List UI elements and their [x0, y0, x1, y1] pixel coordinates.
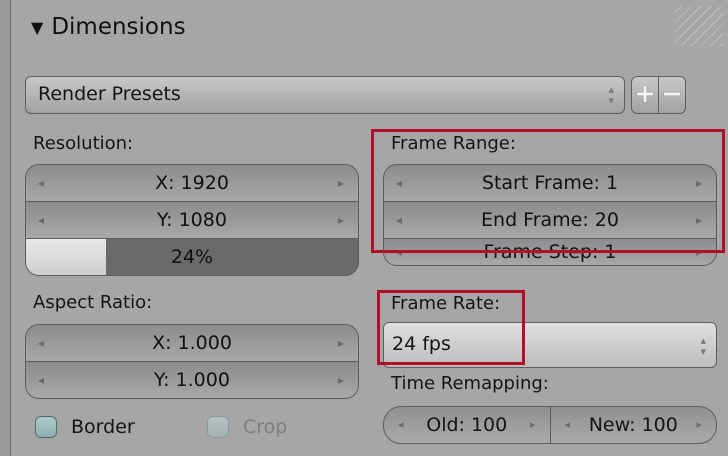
- decrement-arrow-icon[interactable]: ◂: [565, 407, 571, 443]
- start-frame-value: Start Frame: 1: [481, 172, 619, 194]
- frame-range-label: Frame Range:: [391, 133, 516, 154]
- panel-title[interactable]: ▼ Dimensions: [31, 14, 186, 40]
- decrement-arrow-icon[interactable]: ◂: [38, 325, 44, 361]
- end-frame-value: End Frame: 20: [481, 209, 619, 231]
- increment-arrow-icon[interactable]: ▸: [696, 165, 702, 201]
- crop-checkbox[interactable]: Crop: [207, 416, 287, 438]
- increment-arrow-icon[interactable]: ▸: [696, 239, 702, 265]
- percentage-slider-fill: [26, 239, 106, 275]
- border-checkbox[interactable]: Border: [35, 416, 135, 438]
- frame-rate-value: 24 fps: [392, 333, 451, 355]
- frame-step-field[interactable]: ◂ Frame Step: 1 ▸: [383, 238, 717, 266]
- border-checkbox-label: Border: [71, 416, 135, 438]
- remap-old-field[interactable]: ◂ Old: 100 ▸: [383, 406, 551, 444]
- aspect-ratio-label: Aspect Ratio:: [33, 292, 153, 313]
- remove-preset-button[interactable]: −: [658, 76, 686, 114]
- resolution-x-field[interactable]: ◂ X: 1920 ▸: [25, 164, 359, 202]
- crop-checkbox-label: Crop: [243, 416, 288, 438]
- aspect-y-value: Y: 1.000: [154, 369, 230, 391]
- frame-step-value: Frame Step: 1: [483, 241, 617, 263]
- decrement-arrow-icon[interactable]: ◂: [398, 407, 404, 443]
- increment-arrow-icon[interactable]: ▸: [530, 407, 536, 443]
- resolution-y-value: Y: 1080: [157, 209, 227, 231]
- render-presets-dropdown[interactable]: Render Presets ▴ ▾: [25, 76, 625, 114]
- remap-new-value: New: 100: [588, 414, 678, 436]
- decrement-arrow-icon[interactable]: ◂: [38, 362, 44, 398]
- increment-arrow-icon[interactable]: ▸: [696, 202, 702, 238]
- render-presets-label: Render Presets: [38, 83, 181, 105]
- decrement-arrow-icon[interactable]: ◂: [396, 202, 402, 238]
- updown-arrows-icon: ▴ ▾: [608, 83, 614, 107]
- start-frame-field[interactable]: ◂ Start Frame: 1 ▸: [383, 164, 717, 202]
- increment-arrow-icon[interactable]: ▸: [338, 202, 344, 238]
- dimensions-panel: ▼ Dimensions Render Presets ▴ ▾ + − Resol…: [10, 0, 728, 456]
- frame-range-group: ◂ Start Frame: 1 ▸ ◂ End Frame: 20 ▸ ◂ F…: [383, 164, 717, 266]
- resolution-label: Resolution:: [33, 133, 134, 154]
- increment-arrow-icon[interactable]: ▸: [338, 362, 344, 398]
- add-preset-button[interactable]: +: [631, 76, 659, 114]
- aspect-y-field[interactable]: ◂ Y: 1.000 ▸: [25, 361, 359, 399]
- decrement-arrow-icon[interactable]: ◂: [38, 202, 44, 238]
- decrement-arrow-icon[interactable]: ◂: [396, 165, 402, 201]
- decrement-arrow-icon[interactable]: ◂: [396, 239, 402, 265]
- resolution-percentage-slider[interactable]: 24%: [25, 238, 359, 276]
- frame-rate-dropdown[interactable]: 24 fps ▴ ▾: [383, 322, 717, 368]
- decrement-arrow-icon[interactable]: ◂: [38, 165, 44, 201]
- frame-rate-label: Frame Rate:: [391, 293, 501, 314]
- collapse-triangle-icon[interactable]: ▼: [31, 18, 43, 37]
- resolution-group: ◂ X: 1920 ▸ ◂ Y: 1080 ▸ 24%: [25, 164, 359, 276]
- time-remapping-label: Time Remapping:: [391, 373, 549, 394]
- panel-title-label: Dimensions: [51, 14, 186, 40]
- resolution-y-field[interactable]: ◂ Y: 1080 ▸: [25, 201, 359, 239]
- time-remapping-group: ◂ Old: 100 ▸ ◂ New: 100 ▸: [383, 406, 717, 444]
- aspect-ratio-group: ◂ X: 1.000 ▸ ◂ Y: 1.000 ▸: [25, 324, 359, 399]
- crop-checkbox-box[interactable]: [207, 416, 229, 438]
- drag-grip-icon[interactable]: [675, 6, 723, 46]
- resolution-x-value: X: 1920: [155, 172, 229, 194]
- increment-arrow-icon[interactable]: ▸: [338, 165, 344, 201]
- increment-arrow-icon[interactable]: ▸: [338, 325, 344, 361]
- remap-new-field[interactable]: ◂ New: 100 ▸: [549, 406, 717, 444]
- updown-arrows-icon: ▴ ▾: [700, 334, 706, 358]
- aspect-x-value: X: 1.000: [152, 332, 232, 354]
- remap-old-value: Old: 100: [426, 414, 508, 436]
- end-frame-field[interactable]: ◂ End Frame: 20 ▸: [383, 201, 717, 239]
- border-checkbox-box[interactable]: [35, 416, 57, 438]
- resolution-percentage-value: 24%: [170, 246, 214, 268]
- aspect-x-field[interactable]: ◂ X: 1.000 ▸: [25, 324, 359, 362]
- increment-arrow-icon[interactable]: ▸: [696, 407, 702, 443]
- panel-header[interactable]: ▼ Dimensions: [11, 0, 728, 60]
